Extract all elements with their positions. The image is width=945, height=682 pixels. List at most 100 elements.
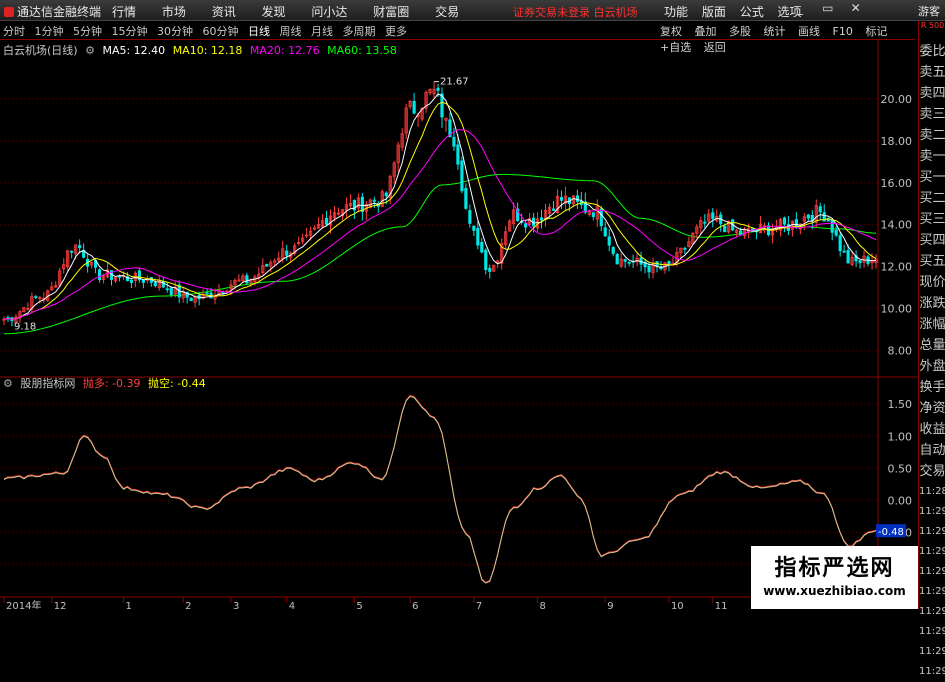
- tab-multi-period[interactable]: 多周期: [343, 25, 376, 38]
- sidebar-item[interactable]: 现价: [919, 272, 945, 293]
- sidebar-item[interactable]: 买三: [919, 209, 945, 230]
- sidebar-item[interactable]: 买五: [919, 251, 945, 272]
- tab-15min[interactable]: 15分钟: [112, 25, 148, 38]
- menu-function[interactable]: 功能: [664, 5, 688, 19]
- period-toolbar: 分时 1分钟 5分钟 15分钟 30分钟 60分钟 日线 周线 月线 多周期 更…: [0, 21, 915, 54]
- date-label: 9: [607, 601, 613, 609]
- indicator-long-line: [3, 395, 877, 583]
- sidebar-item[interactable]: 收益: [919, 419, 945, 440]
- candle-body: [265, 263, 269, 267]
- menu-wealth[interactable]: 财富圈: [373, 5, 409, 19]
- statistics-button[interactable]: 统计: [764, 25, 786, 38]
- candle-body: [607, 236, 611, 246]
- sidebar-item[interactable]: 买一: [919, 167, 945, 188]
- tab-more[interactable]: 更多: [385, 25, 407, 38]
- sidebar-time: 11:29: [919, 526, 945, 537]
- sidebar-time: 11:29: [919, 666, 945, 677]
- restore-rights-button[interactable]: 复权: [660, 25, 682, 38]
- price-axis-label: 12.00: [881, 261, 913, 274]
- candle-body: [480, 241, 484, 253]
- ma60-layer: [4, 173, 877, 335]
- sidebar-item[interactable]: 涨跌: [919, 293, 945, 314]
- sidebar-item[interactable]: 交易: [919, 461, 945, 482]
- account-status[interactable]: 证券交易未登录 白云机场: [513, 4, 638, 20]
- chart-area[interactable]: 20.0018.0016.0014.0012.0010.008.001.501.…: [0, 39, 918, 609]
- date-label: 3: [233, 601, 239, 609]
- tab-intraday[interactable]: 分时: [3, 25, 25, 38]
- candle-body: [285, 250, 289, 256]
- settings-icon[interactable]: ⚙: [85, 44, 95, 57]
- tab-1min[interactable]: 1分钟: [35, 25, 64, 38]
- ma10-line: [3, 101, 877, 320]
- sidebar-item[interactable]: 卖五: [919, 62, 945, 83]
- sidebar-item[interactable]: 总量: [919, 335, 945, 356]
- sidebar-item[interactable]: 买二: [919, 188, 945, 209]
- tab-weekly[interactable]: 周线: [280, 25, 302, 38]
- tab-30min[interactable]: 30分钟: [157, 25, 193, 38]
- sidebar-item[interactable]: 委比: [919, 41, 945, 62]
- app-title: 通达信金融终端: [4, 3, 101, 20]
- date-label: 11: [715, 601, 728, 609]
- menu-quotes[interactable]: 行情: [112, 5, 136, 19]
- overlay-button[interactable]: 叠加: [695, 25, 717, 38]
- menu-ask[interactable]: 问小达: [311, 5, 347, 19]
- candle-body: [452, 136, 456, 147]
- tab-5min[interactable]: 5分钟: [73, 25, 102, 38]
- sidebar-item[interactable]: 卖四: [919, 83, 945, 104]
- date-label: 7: [476, 601, 482, 609]
- candle-body: [476, 227, 480, 246]
- sidebar-item[interactable]: 涨幅: [919, 314, 945, 335]
- candle-body: [834, 229, 838, 236]
- candle-body: [245, 275, 249, 284]
- candle-body: [384, 192, 388, 197]
- menu-trade[interactable]: 交易: [435, 5, 459, 19]
- legend-ma10: MA10: 12.18: [172, 44, 243, 57]
- tab-daily[interactable]: 日线: [248, 25, 270, 38]
- tab-monthly[interactable]: 月线: [311, 25, 333, 38]
- indicator-long: 抛多: -0.39: [82, 377, 141, 390]
- quote-sidebar: R 500 委比 卖五 卖四 卖三 卖二 卖一 买一 买二 买三 买四 买五 现价 涨跌 涨幅 总量 外盘 换手…: [918, 21, 945, 677]
- sidebar-item[interactable]: 卖三: [919, 104, 945, 125]
- maximize-icon[interactable]: ▭: [816, 1, 840, 15]
- sidebar-item[interactable]: 卖一: [919, 146, 945, 167]
- sidebar-item[interactable]: 买四: [919, 230, 945, 251]
- menu-market[interactable]: 市场: [162, 5, 186, 19]
- f10-button[interactable]: F10: [833, 25, 853, 38]
- indicator-short: 抛空: -0.44: [148, 377, 206, 390]
- candle-body: [623, 259, 627, 262]
- multi-stock-button[interactable]: 多股: [729, 25, 751, 38]
- candle-body: [524, 223, 528, 228]
- sidebar-item[interactable]: 卖二: [919, 125, 945, 146]
- indicator-axis-label: 1.00: [888, 430, 913, 443]
- candle-body: [846, 249, 850, 264]
- menu-news[interactable]: 资讯: [212, 5, 236, 19]
- candle-body: [627, 261, 631, 264]
- sidebar-item[interactable]: 换手: [919, 377, 945, 398]
- candle-body: [559, 197, 564, 201]
- candle-body: [818, 206, 822, 213]
- minimize-icon[interactable]: _: [788, 1, 812, 15]
- indicator-settings-icon[interactable]: ⚙: [3, 377, 13, 390]
- sidebar-item[interactable]: 净资: [919, 398, 945, 419]
- candle-body: [723, 225, 727, 233]
- guest-login[interactable]: 游客: [918, 3, 940, 19]
- legend-stock-name: 白云机场(日线): [3, 44, 78, 57]
- menu-discover[interactable]: 发现: [262, 5, 286, 19]
- tab-60min[interactable]: 60分钟: [203, 25, 239, 38]
- close-icon[interactable]: ✕: [844, 1, 868, 15]
- menu-layout[interactable]: 版面: [702, 5, 726, 19]
- draw-line-button[interactable]: 画线: [798, 25, 820, 38]
- price-axis-label: 8.00: [888, 345, 913, 358]
- sidebar-item[interactable]: 外盘: [919, 356, 945, 377]
- sidebar-item[interactable]: 自动: [919, 440, 945, 461]
- candle-body: [456, 144, 460, 165]
- date-label: 1: [125, 601, 131, 609]
- mark-button[interactable]: 标记: [865, 25, 887, 38]
- legend-ma5: MA5: 12.40: [102, 44, 166, 57]
- candle-body: [488, 267, 492, 272]
- menu-formula[interactable]: 公式: [740, 5, 764, 19]
- candle-body: [711, 212, 715, 219]
- date-label: 6: [412, 601, 418, 609]
- date-label: 5: [356, 601, 362, 609]
- sidebar-time: 11:29: [919, 506, 945, 517]
